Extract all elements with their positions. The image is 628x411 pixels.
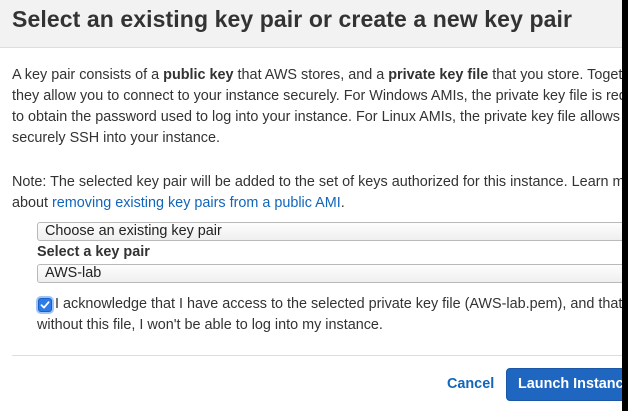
key-pair-select[interactable]: AWS-lab [37, 264, 628, 283]
remove-key-pairs-link[interactable]: removing existing key pairs from a publi… [52, 195, 341, 211]
intro-line-4: securely SSH into your instance. [12, 130, 220, 146]
note-line-2: about removing existing key pairs from a… [12, 195, 345, 211]
private-key-term: private key file [388, 67, 489, 83]
cancel-button[interactable]: Cancel [447, 376, 494, 392]
acknowledge-line-1: I acknowledge that I have access to the … [55, 296, 623, 312]
acknowledge-text: I acknowledge that I have access to the … [37, 294, 622, 336]
intro-line-1: A key pair consists of a public key that… [12, 67, 628, 83]
dialog-header: Select an existing key pair or create a … [0, 0, 628, 48]
intro-line-2: they allow you to connect to your instan… [12, 88, 628, 104]
note-paragraph: Note: The selected key pair will be adde… [12, 172, 628, 214]
note-line-1: Note: The selected key pair will be adde… [12, 174, 628, 190]
intro-paragraph: A key pair consists of a public key that… [12, 65, 628, 149]
dialog-title: Select an existing key pair or create a … [12, 6, 573, 32]
select-key-pair-label: Select a key pair [37, 244, 150, 260]
intro-line-3: to obtain the password used to log into … [12, 109, 628, 125]
window-edge [622, 0, 628, 411]
public-key-term: public key [163, 67, 234, 83]
acknowledge-line-2: without this file, I won't be able to lo… [37, 317, 383, 333]
key-pair-dialog: Select an existing key pair or create a … [0, 0, 628, 411]
launch-instances-button[interactable]: Launch Instance [506, 368, 628, 401]
key-pair-mode-select[interactable]: Choose an existing key pair [37, 222, 628, 241]
footer-divider [12, 355, 628, 356]
